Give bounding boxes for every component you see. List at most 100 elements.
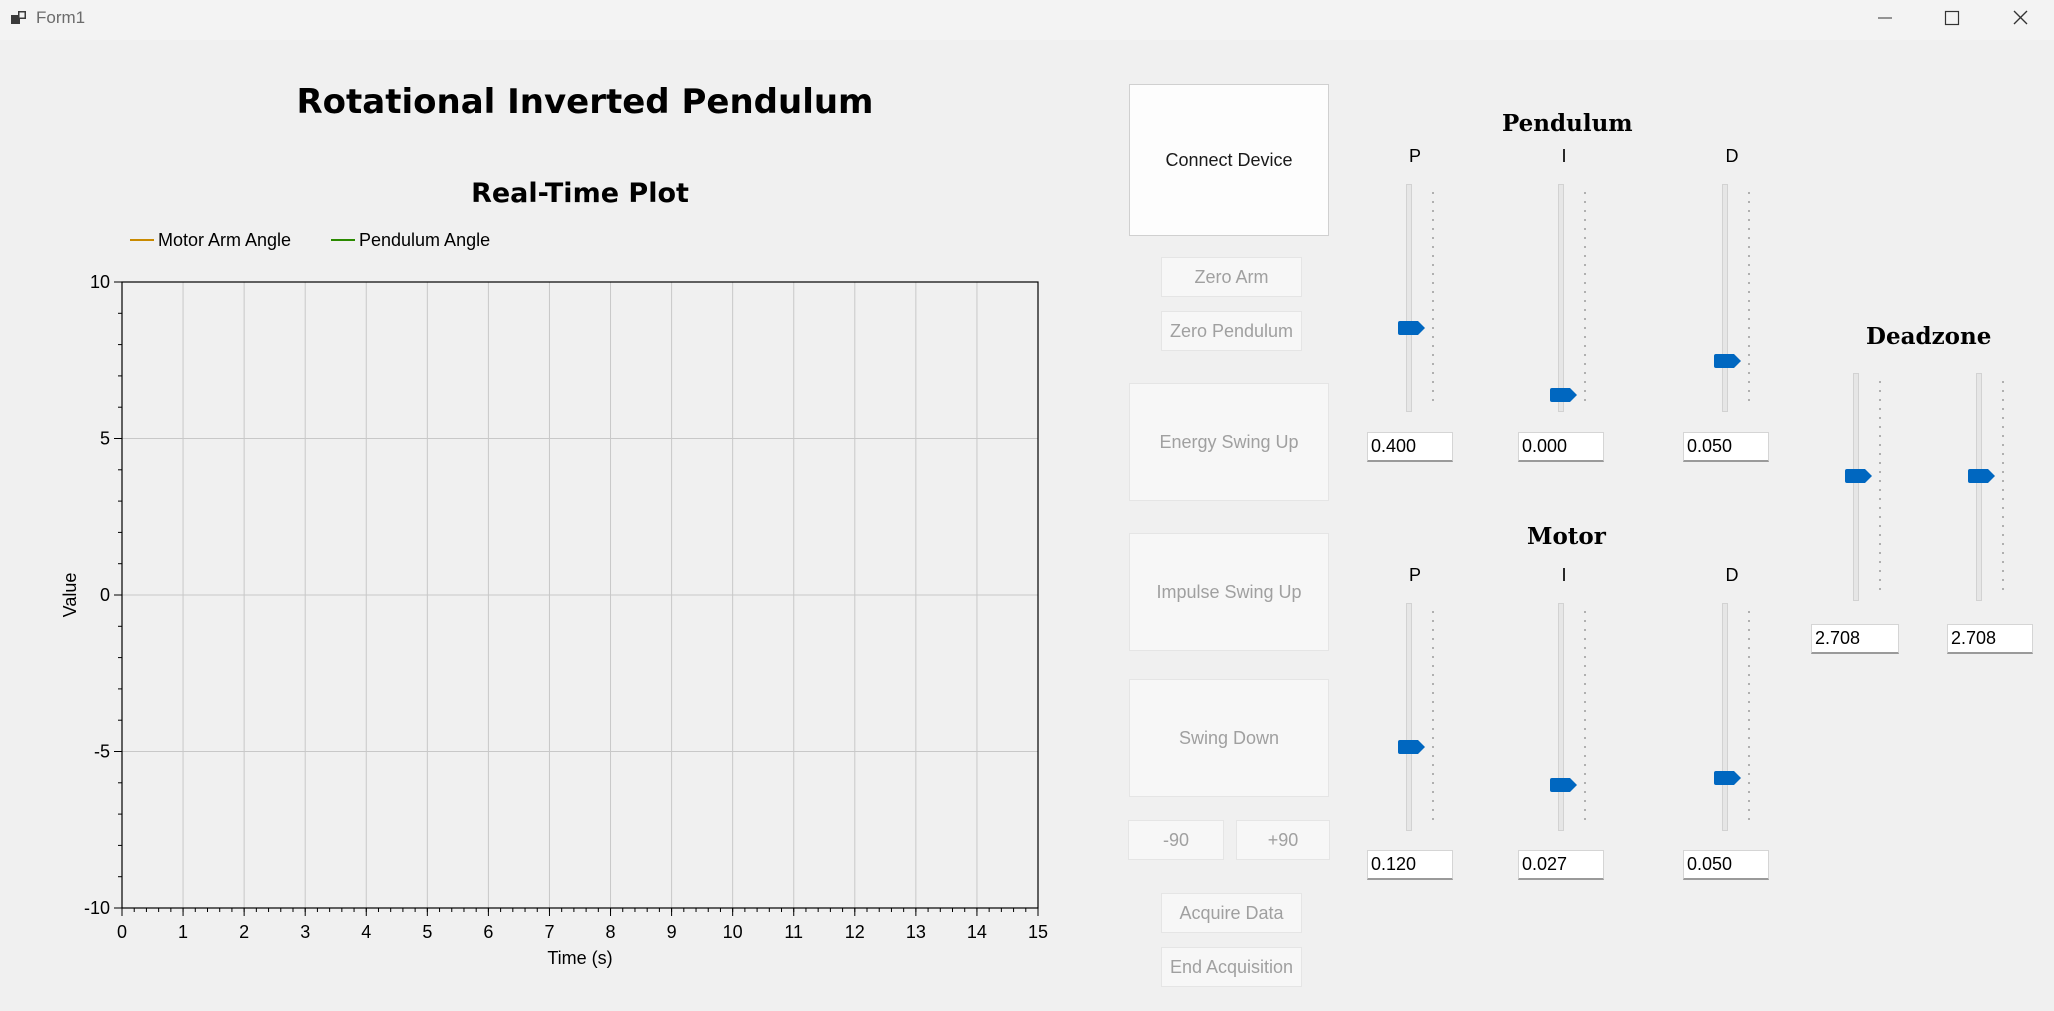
motor-i-label: I	[1561, 565, 1567, 585]
motor-d-slider[interactable]	[1709, 603, 1769, 831]
x-tick-label: 7	[544, 922, 554, 942]
title-bar: Form1	[0, 0, 2054, 40]
slider-track	[1406, 184, 1412, 412]
close-icon	[2013, 10, 2028, 25]
pendulum-p-label: P	[1408, 146, 1421, 166]
close-button[interactable]	[1990, 0, 2050, 38]
x-tick-label: 6	[483, 922, 493, 942]
slider-thumb[interactable]	[1397, 739, 1425, 755]
motor-i-slider[interactable]	[1545, 603, 1605, 831]
slider-thumb[interactable]	[1549, 777, 1577, 792]
x-tick-label: 4	[361, 922, 371, 942]
motor-d-label: D	[1725, 565, 1739, 585]
slider-ticks	[1584, 611, 1586, 823]
slider-thumb[interactable]	[1397, 320, 1425, 336]
pendulum-d-slider[interactable]	[1709, 184, 1769, 412]
slider-ticks	[1432, 192, 1434, 404]
motor-p-label: P	[1408, 565, 1421, 585]
pendulum-d-label: D	[1725, 146, 1739, 166]
connect-device-button[interactable]: Connect Device	[1129, 84, 1329, 236]
page-title: Rotational Inverted Pendulum	[296, 82, 874, 122]
slider-ticks	[2002, 381, 2004, 593]
real-time-plot: 0 1 2 3 4 5 6 7 8 9 10 11 12 13 14 151050-5-10Time (s)V…	[60, 272, 1048, 968]
pendulum-p-value[interactable]: 0.400	[1367, 432, 1453, 462]
y-axis-label: Value	[60, 573, 80, 618]
legend-label: Motor Arm Angle	[158, 229, 292, 250]
x-tick-label: 1	[178, 922, 188, 942]
slider-track	[1558, 184, 1564, 412]
zero-arm-button[interactable]: Zero Arm	[1161, 257, 1302, 297]
legend-item-motor-arm-angle: Motor Arm Angle	[130, 228, 291, 252]
legend-item-pendulum-angle: Pendulum Angle	[331, 228, 490, 252]
minus-90-button[interactable]: -90	[1128, 820, 1224, 860]
legend-swatch	[331, 239, 355, 241]
y-tick-label: 0	[100, 585, 110, 605]
motor-group-title: Motor	[1527, 523, 1606, 550]
slider-track	[1853, 373, 1859, 601]
legend-label: Pendulum Angle	[359, 229, 491, 250]
deadzone-right-value[interactable]: 2.708	[1947, 624, 2033, 654]
end-acquisition-button[interactable]: End Acquisition	[1161, 947, 1302, 987]
slider-thumb[interactable]	[1713, 770, 1741, 786]
motor-d-value[interactable]: 0.050	[1683, 850, 1769, 880]
y-tick-label: -5	[94, 742, 110, 762]
impulse-swing-up-button[interactable]: Impulse Swing Up	[1129, 533, 1329, 651]
maximize-icon	[1944, 10, 1960, 26]
energy-swing-up-button[interactable]: Energy Swing Up	[1129, 383, 1329, 501]
slider-track	[1722, 184, 1728, 412]
x-tick-label: 14	[967, 922, 987, 942]
deadzone-left-slider[interactable]	[1840, 373, 1900, 601]
slider-ticks	[1879, 381, 1881, 593]
slider-thumb[interactable]	[1967, 468, 1995, 483]
x-tick-label: 8	[606, 922, 616, 942]
slider-ticks	[1584, 192, 1586, 404]
slider-ticks	[1748, 611, 1750, 823]
pendulum-p-slider[interactable]	[1393, 184, 1453, 412]
x-tick-label: 5	[422, 922, 432, 942]
motor-p-value[interactable]: 0.120	[1367, 850, 1453, 880]
slider-track	[1558, 603, 1564, 831]
slider-thumb[interactable]	[1713, 353, 1741, 369]
slider-ticks	[1432, 611, 1434, 823]
minimize-button[interactable]	[1854, 0, 1914, 38]
pendulum-i-value[interactable]: 0.000	[1518, 432, 1604, 462]
slider-ticks	[1748, 192, 1750, 404]
x-tick-label: 13	[906, 922, 926, 942]
slider-track	[1976, 373, 1982, 601]
motor-p-slider[interactable]	[1393, 603, 1453, 831]
motor-i-value[interactable]: 0.027	[1518, 850, 1604, 880]
slider-track	[1406, 603, 1412, 831]
deadzone-group-title: Deadzone	[1866, 323, 1992, 350]
plus-90-button[interactable]: +90	[1236, 820, 1330, 860]
deadzone-right-slider[interactable]	[1963, 373, 2023, 601]
x-tick-label: 2	[239, 922, 249, 942]
swing-down-button[interactable]: Swing Down	[1129, 679, 1329, 797]
x-tick-label: 12	[845, 922, 865, 942]
x-tick-label: 3	[300, 922, 310, 942]
maximize-button[interactable]	[1922, 0, 1982, 38]
x-tick-label: 15	[1028, 922, 1048, 942]
x-tick-label: 10	[723, 922, 743, 942]
x-tick-label: 9	[667, 922, 677, 942]
legend-swatch	[130, 239, 154, 241]
slider-thumb[interactable]	[1844, 468, 1872, 483]
slider-track	[1722, 603, 1728, 831]
minimize-icon	[1878, 17, 1892, 19]
slider-thumb[interactable]	[1549, 387, 1577, 402]
pendulum-i-label: I	[1561, 146, 1567, 166]
acquire-data-button[interactable]: Acquire Data	[1161, 893, 1302, 933]
zero-pendulum-button[interactable]: Zero Pendulum	[1161, 311, 1302, 351]
y-tick-label: 10	[90, 272, 110, 292]
x-tick-label: 0	[117, 922, 127, 942]
y-tick-label: -10	[84, 898, 110, 918]
pendulum-group-title: Pendulum	[1502, 110, 1633, 137]
pendulum-d-value[interactable]: 0.050	[1683, 432, 1769, 462]
deadzone-left-value[interactable]: 2.708	[1811, 624, 1899, 654]
pendulum-i-slider[interactable]	[1545, 184, 1605, 412]
app-icon	[11, 11, 26, 24]
y-tick-label: 5	[100, 429, 110, 449]
window-title: Form1	[36, 8, 86, 27]
x-tick-label: 11	[784, 922, 803, 942]
chart-title: Real-Time Plot	[471, 178, 689, 209]
x-axis-label: Time (s)	[547, 948, 612, 968]
